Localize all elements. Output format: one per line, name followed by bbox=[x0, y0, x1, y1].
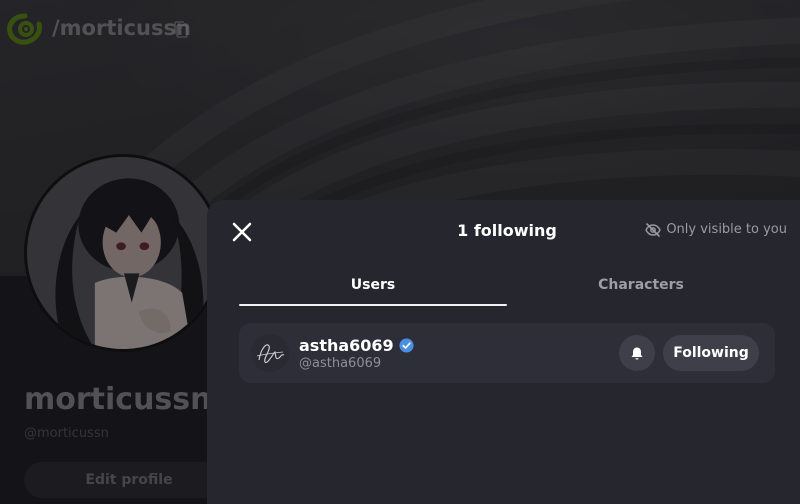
user-handle: @astha6069 bbox=[299, 356, 382, 371]
user-name[interactable]: astha6069 bbox=[299, 336, 414, 355]
bell-icon bbox=[631, 347, 643, 360]
tab-users[interactable]: Users bbox=[239, 274, 507, 306]
eye-off-icon bbox=[645, 222, 662, 237]
close-icon bbox=[232, 222, 252, 242]
close-button[interactable] bbox=[227, 217, 257, 247]
user-avatar[interactable] bbox=[251, 334, 289, 372]
tab-characters[interactable]: Characters bbox=[507, 274, 775, 306]
notification-button[interactable] bbox=[619, 335, 655, 371]
following-modal: 1 following Only visible to you Users Ch… bbox=[207, 200, 800, 504]
list-item[interactable]: astha6069 @astha6069 Following bbox=[239, 323, 775, 383]
user-name-text: astha6069 bbox=[299, 336, 394, 355]
visibility-text: Only visible to you bbox=[666, 222, 787, 237]
visibility-note: Only visible to you bbox=[645, 222, 787, 237]
following-button[interactable]: Following bbox=[663, 335, 759, 371]
following-tabs: Users Characters bbox=[239, 274, 775, 306]
verified-badge-icon bbox=[399, 338, 414, 353]
